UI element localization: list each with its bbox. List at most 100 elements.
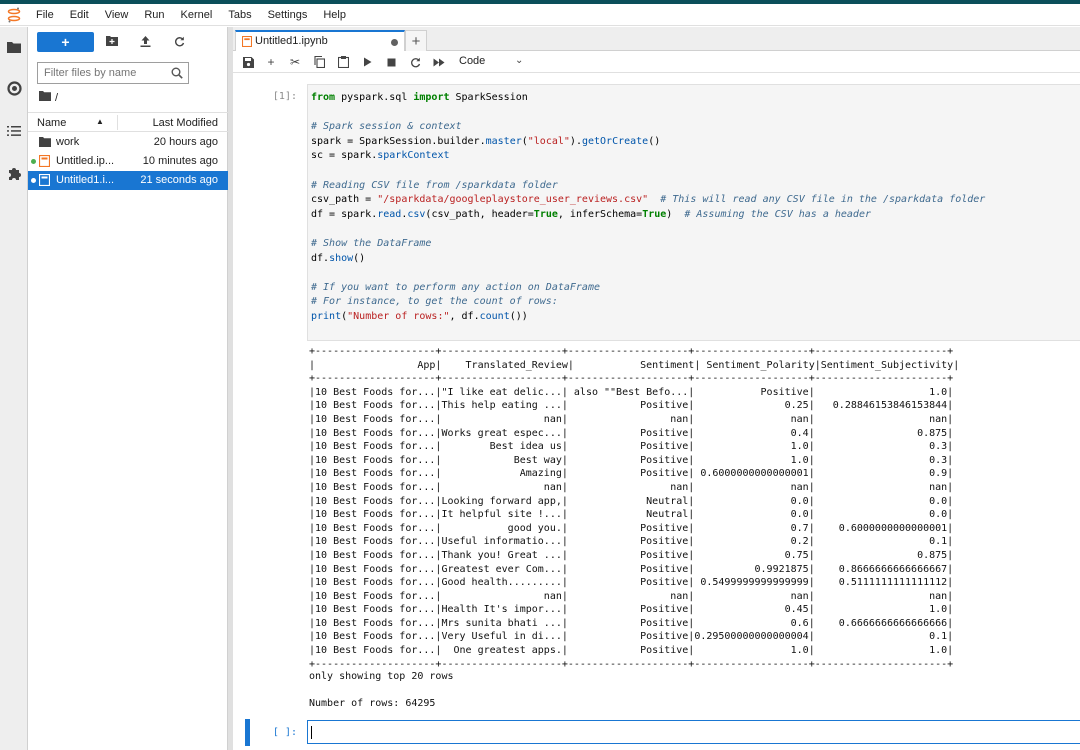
folder-icon[interactable] (6, 39, 22, 55)
file-modified: 21 seconds ago (140, 174, 218, 186)
run-icon[interactable] (360, 55, 374, 69)
code-token: csv (407, 208, 426, 220)
file-row-work[interactable]: work 20 hours ago (28, 133, 228, 152)
search-icon (171, 67, 183, 82)
code-token: show (329, 252, 354, 264)
code-token: # This will read any CSV file in the /sp… (660, 194, 986, 206)
output-line: |10 Best Foods for...|It helpful site !.… (309, 509, 954, 521)
output-line: |10 Best Foods for...| One greatest apps… (309, 645, 954, 657)
code-cell-input[interactable]: from pyspark.sql import SparkSession # Sp… (307, 84, 1080, 341)
empty-cell-prompt: [ ]: (272, 727, 297, 738)
code-line: # Reading CSV file from /sparkdata folde… (311, 179, 1080, 194)
copy-icon[interactable] (312, 55, 326, 69)
code-token: # Assuming the CSV has a header (684, 208, 871, 220)
code-token: csv_path = (311, 194, 378, 206)
file-row-untitled[interactable]: Untitled.ip... 10 minutes ago (28, 152, 228, 171)
file-filter-input[interactable] (44, 67, 164, 79)
code-line: spark = SparkSession.builder.master("loc… (311, 135, 1080, 150)
file-filter-field[interactable] (37, 62, 189, 84)
code-token: import (413, 92, 450, 103)
menu-kernel[interactable]: Kernel (173, 9, 221, 21)
code-token: from (311, 92, 336, 103)
code-token: count (479, 310, 510, 322)
jupyter-logo-icon (0, 7, 28, 23)
output-line: |10 Best Foods for...| nan| nan| nan| na… (309, 413, 954, 425)
output-line: |10 Best Foods for...|Useful informatio.… (309, 536, 954, 548)
menu-help[interactable]: Help (315, 9, 354, 21)
refresh-icon[interactable] (172, 34, 186, 48)
menu-view[interactable]: View (97, 9, 137, 21)
code-line: # If you want to perform any action on D… (311, 281, 1080, 296)
output-line: |10 Best Foods for...|Health It's impor.… (309, 604, 954, 616)
output-line: |10 Best Foods for...| good you.| Positi… (309, 522, 954, 534)
code-token: spark = SparkSession.builder. (311, 135, 486, 147)
text-cursor (311, 726, 312, 739)
output-line: |10 Best Foods for...| Best way| Positiv… (309, 454, 954, 466)
upload-icon[interactable] (138, 34, 152, 48)
column-modified-header[interactable]: Last Modified (153, 117, 218, 129)
menu-edit[interactable]: Edit (62, 9, 97, 21)
notebook-toolbar: + ✂ Code ⌄ (233, 51, 1080, 73)
code-token: SparkSession (449, 92, 528, 103)
code-token: , inferSchema= (557, 208, 643, 220)
save-icon[interactable] (241, 55, 255, 69)
menu-settings[interactable]: Settings (260, 9, 316, 21)
output-line: |10 Best Foods for...|This help eating .… (309, 400, 954, 412)
code-token: () (353, 252, 366, 264)
folder-icon (39, 136, 52, 149)
stop-icon[interactable] (384, 55, 398, 69)
fast-forward-icon[interactable] (432, 55, 446, 69)
running-indicator-icon (31, 178, 36, 183)
output-line: | App| Translated_Review| Sentiment| Sen… (309, 359, 960, 371)
code-line: print("Number of rows:", df.count()) (311, 310, 1080, 325)
column-divider[interactable] (117, 115, 118, 130)
add-tab-button[interactable]: + (405, 30, 427, 51)
code-token: # Show the DataFrame (311, 237, 432, 249)
new-folder-icon[interactable] (105, 34, 119, 48)
file-row-untitled1[interactable]: Untitled1.i... 21 seconds ago (28, 171, 228, 190)
cut-icon[interactable]: ✂ (288, 55, 302, 69)
code-token: print (311, 310, 342, 322)
unsaved-changes-icon[interactable] (391, 39, 398, 46)
file-browser-panel: + / Name ▲ Last Modified work 20 hours a… (28, 27, 228, 750)
cell-type-select[interactable]: Code (459, 55, 485, 67)
file-name: Untitled1.i... (56, 174, 115, 186)
code-token: () (648, 135, 661, 147)
folder-icon[interactable] (39, 91, 51, 104)
paste-icon[interactable] (336, 55, 350, 69)
column-name-header[interactable]: Name (37, 117, 66, 129)
extensions-puzzle-icon[interactable] (6, 166, 22, 182)
empty-code-cell[interactable] (307, 720, 1080, 744)
file-modified: 20 hours ago (153, 136, 218, 148)
left-activity-bar (0, 27, 28, 750)
running-sessions-icon[interactable] (6, 80, 22, 96)
tab-untitled1[interactable]: Untitled1.ipynb (235, 30, 405, 51)
new-launcher-button[interactable]: + (37, 32, 94, 52)
output-line: |10 Best Foods for...|Good health.......… (309, 577, 954, 589)
output-line: |10 Best Foods for...|"I like eat delic.… (309, 386, 954, 398)
document-tab-bar: Untitled1.ipynb + (233, 27, 1080, 51)
menu-bar: File Edit View Run Kernel Tabs Settings … (0, 4, 1080, 26)
menu-file[interactable]: File (28, 9, 62, 21)
code-token: # For instance, to get the count of rows… (311, 296, 558, 308)
table-of-contents-icon[interactable] (6, 123, 22, 139)
code-token: "local" (527, 135, 570, 147)
notebook-icon (38, 154, 52, 168)
restart-icon[interactable] (408, 55, 422, 69)
file-name: work (56, 136, 80, 148)
insert-cell-icon[interactable]: + (264, 55, 278, 69)
menu-tabs[interactable]: Tabs (220, 9, 259, 21)
chevron-down-icon[interactable]: ⌄ (515, 55, 523, 66)
output-line: |10 Best Foods for...|Thank you! Great .… (309, 549, 954, 561)
output-line: |10 Best Foods for...|Very Useful in di.… (309, 631, 954, 643)
output-line: +--------------------+------------------… (309, 373, 954, 385)
notebook-icon (38, 173, 52, 187)
sort-ascending-icon[interactable]: ▲ (96, 117, 104, 126)
breadcrumb-root[interactable]: / (55, 92, 58, 104)
code-line: sc = spark.sparkContext (311, 149, 1080, 164)
menu-run[interactable]: Run (136, 9, 172, 21)
